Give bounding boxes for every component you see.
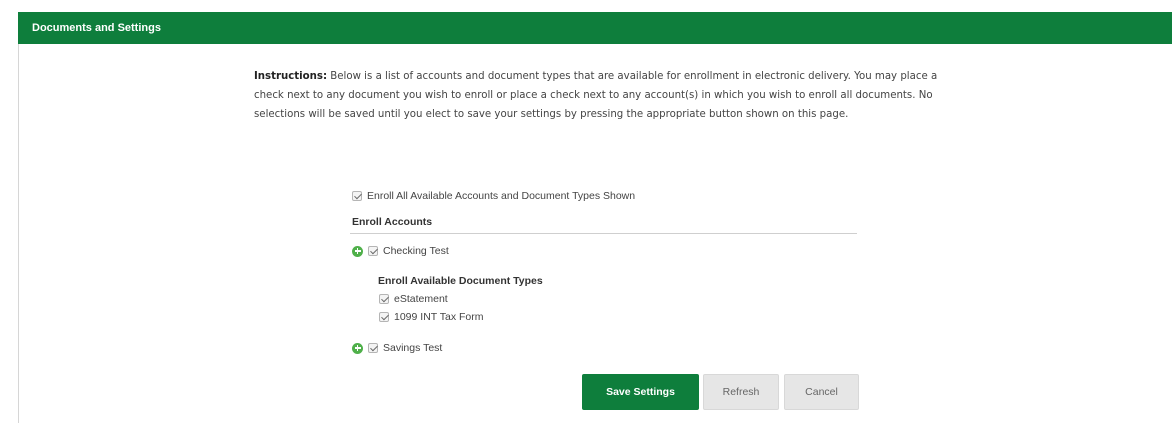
section-title: Documents and Settings [32,22,161,34]
account-checkbox[interactable] [368,246,378,256]
enroll-all-label: Enroll All Available Accounts and Docume… [367,190,636,202]
instructions-text: Instructions: Below is a list of account… [254,67,944,124]
account-row: Savings Test [352,342,442,354]
cancel-button[interactable]: Cancel [784,374,859,410]
expand-icon[interactable] [352,342,363,354]
account-label: Savings Test [383,342,443,354]
document-checkbox[interactable] [379,294,389,304]
document-label: 1099 INT Tax Form [394,311,484,323]
account-checkbox[interactable] [368,343,378,353]
expand-icon[interactable] [352,245,363,257]
document-label: eStatement [394,293,448,305]
enroll-all-checkbox[interactable] [352,191,362,201]
document-row: eStatement [379,293,448,305]
document-checkbox[interactable] [379,312,389,322]
instructions-body: Below is a list of accounts and document… [254,71,938,120]
section-header: Documents and Settings [18,12,1172,44]
enroll-accounts-heading: Enroll Accounts [352,216,432,228]
section-divider [350,233,857,234]
enroll-all-row: Enroll All Available Accounts and Docume… [352,190,635,202]
enroll-accounts-heading-text: Enroll Accounts [352,216,433,228]
account-label: Checking Test [383,245,449,257]
refresh-button[interactable]: Refresh [703,374,779,410]
document-types-heading: Enroll Available Document Types [378,275,543,287]
document-row: 1099 INT Tax Form [379,311,483,323]
account-row: Checking Test [352,245,449,257]
document-types-heading-text: Enroll Available Document Types [378,275,543,287]
instructions-label: Instructions: [254,71,328,82]
save-settings-button[interactable]: Save Settings [582,374,699,410]
